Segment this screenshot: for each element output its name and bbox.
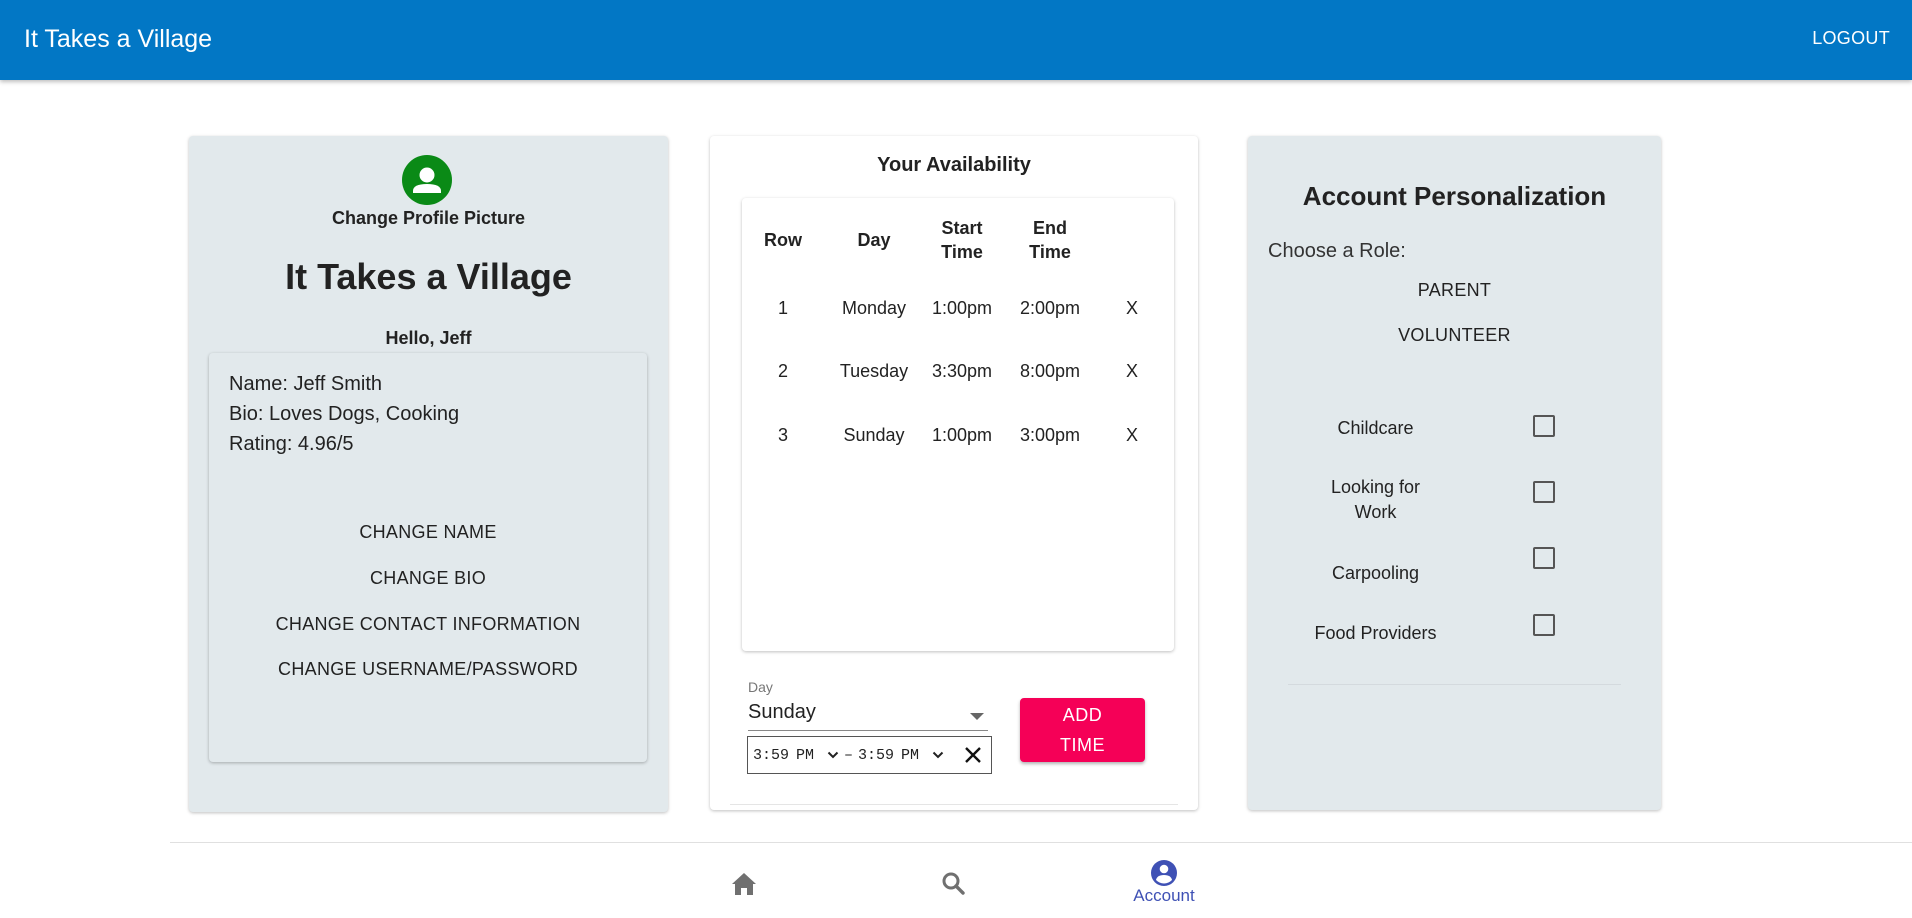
role-label: Choose a Role: — [1268, 240, 1406, 262]
role-parent-button[interactable]: PARENT — [1248, 280, 1661, 301]
availability-card: Your Availability Row Day Start Time End… — [710, 136, 1198, 810]
cell-start: 1:00pm — [931, 298, 993, 318]
time-range-picker[interactable]: 3:59 PM – 3:59 PM — [747, 736, 992, 774]
add-time-label-line1: ADD — [1062, 705, 1103, 725]
add-time-label-line2: TIME — [1060, 735, 1105, 755]
profile-card: Change Profile Picture It Takes a Villag… — [189, 136, 668, 812]
pref-label-text: Food Providers — [1314, 623, 1437, 643]
column-header-start: Start Time — [924, 216, 1000, 264]
change-bio-button[interactable]: CHANGE BIO — [209, 568, 647, 589]
column-header-end: End Time — [1012, 216, 1088, 264]
pref-label-text: Childcare — [1337, 418, 1414, 438]
chevron-down-icon[interactable] — [827, 750, 839, 760]
carpooling-checkbox[interactable] — [1533, 547, 1555, 569]
day-select-value: Sunday — [748, 701, 816, 723]
pref-childcare-label: Childcare — [1308, 416, 1443, 441]
cell-row: 2 — [777, 361, 788, 381]
time-separator: – — [844, 747, 854, 764]
column-header-start-line1: Start — [941, 218, 983, 238]
delete-row-button[interactable]: X — [1122, 425, 1142, 446]
avatar[interactable] — [402, 155, 452, 205]
person-icon — [413, 167, 441, 193]
logout-button[interactable]: LOGOUT — [1812, 28, 1890, 49]
day-select[interactable]: Sunday — [748, 701, 988, 731]
cell-start: 1:00pm — [931, 425, 993, 445]
account-personalization-card: Account Personalization Choose a Role: P… — [1248, 136, 1661, 810]
cell-row: 1 — [777, 298, 788, 318]
cell-start: 3:30pm — [931, 361, 993, 381]
cell-end: 8:00pm — [1019, 361, 1081, 381]
change-credentials-button[interactable]: CHANGE USERNAME/PASSWORD — [209, 659, 647, 680]
column-header-row: Row — [764, 230, 802, 250]
food-providers-checkbox[interactable] — [1533, 614, 1555, 636]
divider — [730, 804, 1178, 805]
home-icon — [732, 873, 756, 895]
end-ampm[interactable]: PM — [901, 747, 919, 764]
day-field-label: Day — [748, 679, 773, 695]
column-header-end-line2: Time — [1029, 242, 1071, 262]
end-time-value[interactable]: 3:59 — [858, 747, 894, 764]
pref-carpooling-label: Carpooling — [1308, 561, 1443, 586]
nav-account-label: Account — [1133, 886, 1195, 905]
column-header-end-line1: End — [1033, 218, 1067, 238]
delete-row-button[interactable]: X — [1122, 298, 1142, 319]
change-name-button[interactable]: CHANGE NAME — [209, 522, 647, 543]
pref-food-providers-label: Food Providers — [1308, 621, 1443, 646]
pref-label-text: Looking for — [1330, 477, 1421, 497]
app-title: It Takes a Village — [24, 25, 213, 53]
change-profile-picture-link[interactable]: Change Profile Picture — [189, 208, 668, 229]
dropdown-caret-icon — [970, 713, 984, 720]
account-circle-icon — [1151, 860, 1177, 886]
start-time-value[interactable]: 3:59 — [753, 747, 789, 764]
availability-title: Your Availability — [877, 154, 1031, 176]
cell-day: Monday — [841, 298, 907, 318]
profile-name: Name: Jeff Smith — [229, 373, 383, 395]
account-title: Account Personalization — [1302, 181, 1607, 211]
profile-heading: It Takes a Village — [285, 256, 572, 297]
pref-label-text: Carpooling — [1331, 563, 1420, 583]
delete-row-button[interactable]: X — [1122, 361, 1142, 382]
clear-icon[interactable] — [961, 743, 985, 767]
cell-day: Tuesday — [839, 361, 909, 381]
availability-table: Row Day Start Time End Time 1 Monday 1:0… — [742, 198, 1174, 651]
chevron-down-icon[interactable] — [932, 750, 944, 760]
greeting: Hello, Jeff — [385, 328, 472, 348]
nav-home[interactable] — [704, 858, 784, 914]
nav-search[interactable] — [914, 858, 994, 914]
profile-bio: Bio: Loves Dogs, Cooking — [229, 403, 460, 425]
cell-end: 3:00pm — [1019, 425, 1081, 445]
cell-end: 2:00pm — [1019, 298, 1081, 318]
column-header-start-line2: Time — [941, 242, 983, 262]
pref-looking-for-work-label: Looking for Work — [1308, 475, 1443, 525]
pref-label-text: Work — [1354, 502, 1397, 522]
profile-details: Name: Jeff Smith Bio: Loves Dogs, Cookin… — [209, 353, 647, 762]
role-volunteer-button[interactable]: VOLUNTEER — [1248, 325, 1661, 346]
start-ampm[interactable]: PM — [796, 747, 814, 764]
add-time-button[interactable]: ADD TIME — [1020, 698, 1145, 762]
profile-rating: Rating: 4.96/5 — [229, 433, 354, 455]
nav-account[interactable]: Account — [1124, 856, 1204, 912]
search-icon — [942, 872, 965, 895]
divider — [1288, 684, 1621, 685]
cell-row: 3 — [777, 425, 788, 445]
change-contact-button[interactable]: CHANGE CONTACT INFORMATION — [209, 614, 647, 635]
app-bar: It Takes a Village LOGOUT — [0, 0, 1912, 80]
cell-day: Sunday — [843, 425, 905, 445]
looking-for-work-checkbox[interactable] — [1533, 481, 1555, 503]
childcare-checkbox[interactable] — [1533, 415, 1555, 437]
bottom-nav-divider — [170, 842, 1912, 843]
column-header-day: Day — [857, 230, 891, 250]
